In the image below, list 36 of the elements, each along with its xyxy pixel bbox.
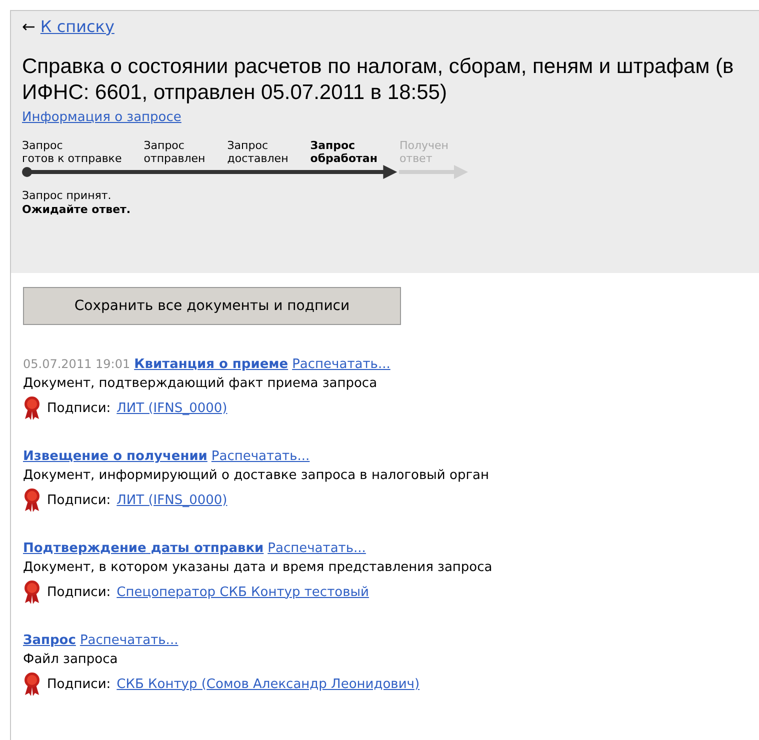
signatures-label: Подписи: (47, 676, 111, 692)
print-link[interactable]: Распечатать... (268, 540, 366, 558)
signer-link[interactable]: ЛИТ (IFNS_0000) (116, 492, 228, 508)
rosette-icon (23, 672, 41, 696)
document-link[interactable]: Подтверждение даты отправки (23, 540, 264, 558)
page-title: Справка о состоянии расчетов по налогам, сборам, пеням и штрафам (в ИФНС: 6601, отправлен 05.07.2011 в 18:55) (22, 54, 735, 106)
step-label: Запрос готов к отправке (22, 139, 123, 165)
step-label: Запрос отправлен (144, 139, 206, 165)
signer-link[interactable]: Спецоператор СКБ Контур тестовый (116, 584, 369, 600)
print-link[interactable]: Распечатать... (80, 632, 178, 650)
document-link[interactable]: Извещение о получении (23, 448, 208, 466)
back-arrow: ← (22, 17, 36, 36)
info-link[interactable]: Информация о запросе (22, 110, 182, 125)
step-label: Запрос доставлен (227, 139, 290, 165)
document-link[interactable]: Запрос (23, 632, 76, 650)
signatures-label: Подписи: (47, 584, 111, 600)
signatures-label: Подписи: (47, 400, 111, 416)
signatures-label: Подписи: (47, 492, 111, 508)
document-date: 05.07.2011 19:01 (23, 356, 130, 373)
document-description: Файл запроса (23, 651, 119, 669)
step-label: Получен ответ (399, 139, 450, 165)
document-description: Документ, в котором указаны дата и время представления запроса (23, 559, 494, 577)
signer-link[interactable]: ЛИТ (IFNS_0000) (116, 400, 228, 416)
status-message: Запрос принят. Ожидайте ответ. (22, 189, 132, 217)
print-link[interactable]: Распечатать... (211, 448, 310, 466)
document-description: Документ, информирующий о доставке запроса в налоговый орган (23, 467, 490, 485)
rosette-icon (23, 488, 41, 512)
save-all-button[interactable]: Сохранить все документы и подписи (23, 287, 401, 325)
rosette-icon (23, 580, 41, 604)
print-link[interactable]: Распечатать... (292, 356, 390, 374)
back-link[interactable]: К списку (40, 17, 114, 36)
signer-link[interactable]: СКБ Контур (Сомов Александр Леонидович) (116, 676, 420, 692)
document-link[interactable]: Квитанция о приеме (134, 356, 288, 374)
step-label: Запрос обработан (310, 139, 378, 165)
document-description: Документ, подтверждающий факт приема запроса (23, 375, 378, 393)
rosette-icon (23, 396, 41, 420)
